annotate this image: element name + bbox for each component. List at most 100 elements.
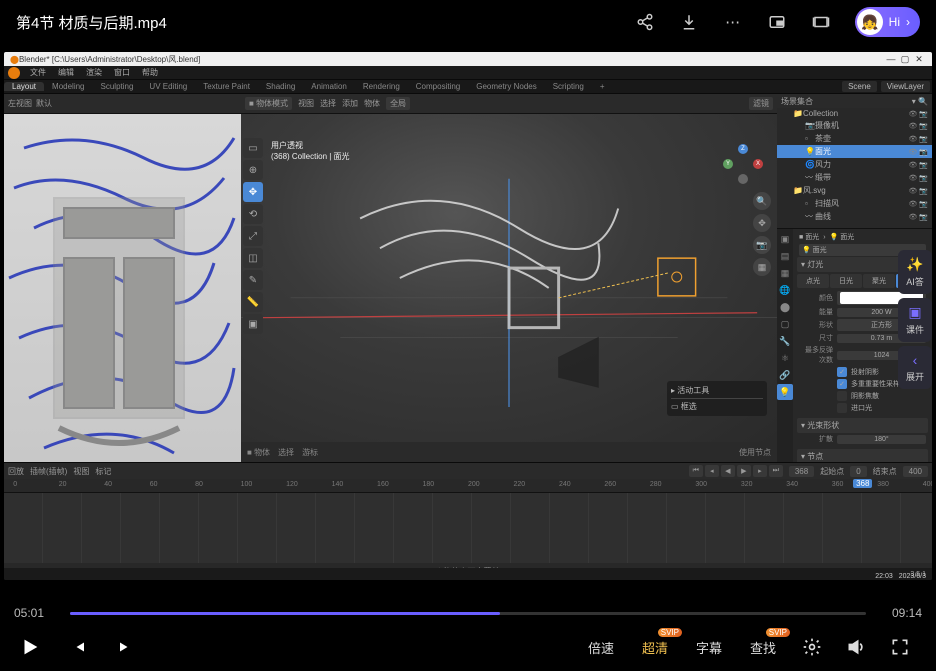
beam-panel-header[interactable]: ▾ 光束形状 (797, 418, 928, 433)
tool-transform[interactable]: ◫ (243, 248, 263, 268)
portal-check[interactable] (837, 403, 847, 413)
cast-shadow-check[interactable]: ✓ (837, 367, 847, 377)
tab-scripting[interactable]: Scripting (545, 82, 592, 91)
tab-animation[interactable]: Animation (303, 82, 355, 91)
timeline-ruler[interactable]: 368 020406080100120140160180200220240260… (4, 479, 932, 493)
prop-tab-render[interactable]: ▣ (777, 231, 793, 247)
user-avatar-badge[interactable]: 👧 Hi › (855, 7, 920, 37)
tab-add[interactable]: + (592, 82, 613, 91)
prop-tab-data[interactable]: 💡 (777, 384, 793, 400)
pip-icon[interactable] (763, 8, 791, 36)
outliner-item[interactable]: 📁Collection👁 📷 (777, 108, 932, 119)
tool-annotate[interactable]: ✎ (243, 270, 263, 290)
outliner-item[interactable]: 💡面光👁 📷 (777, 145, 932, 158)
outliner-item[interactable]: 〰缎带👁 📷 (777, 171, 932, 184)
menu-select[interactable]: 选择 (320, 98, 336, 109)
outliner-item[interactable]: ▫扫描风👁 📷 (777, 197, 932, 210)
outliner-item[interactable]: ▫茶壶👁 📷 (777, 132, 932, 145)
camera-icon[interactable]: 📷 (753, 236, 771, 254)
prop-tab-view[interactable]: ▦ (777, 265, 793, 281)
zoom-icon[interactable]: 🔍 (753, 192, 771, 210)
courseware-button[interactable]: ▣ 课件 (898, 298, 932, 342)
prop-tab-output[interactable]: ▤ (777, 248, 793, 264)
settings-icon[interactable] (798, 633, 826, 661)
tab-modeling[interactable]: Modeling (44, 82, 92, 91)
tl-view[interactable]: 视图 (73, 466, 89, 477)
menu-view[interactable]: 视图 (298, 98, 314, 109)
menu-object[interactable]: 物体 (364, 98, 380, 109)
timeline-body[interactable] (4, 493, 932, 563)
jump-end-icon[interactable]: ⏭ (769, 465, 783, 477)
use-nodes-btn[interactable]: 使用节点 (739, 447, 771, 458)
ortho-icon[interactable]: ▦ (753, 258, 771, 276)
menu-help[interactable]: 帮助 (136, 67, 164, 78)
expand-button[interactable]: ‹ 展开 (898, 346, 932, 389)
footer-object[interactable]: ■ 物体 (247, 447, 270, 458)
playhead[interactable]: 368 (853, 479, 872, 488)
light-type-point[interactable]: 点光 (797, 274, 829, 288)
tool-select[interactable]: ▭ (243, 138, 263, 158)
current-frame[interactable]: 368 (789, 466, 814, 477)
subtitle-button[interactable]: 字幕 (696, 638, 722, 657)
outliner-item[interactable]: 📁风.svg👁 📷 (777, 184, 932, 197)
pan-icon[interactable]: ✥ (753, 214, 771, 232)
next-key-icon[interactable]: ▸ (753, 465, 767, 477)
menu-add[interactable]: 添加 (342, 98, 358, 109)
prop-tab-scene[interactable]: 🌐 (777, 282, 793, 298)
start-frame[interactable]: 0 (850, 466, 866, 477)
tl-marker[interactable]: 标记 (95, 466, 111, 477)
tab-geonodes[interactable]: Geometry Nodes (468, 82, 544, 91)
tool-cursor[interactable]: ⊕ (243, 160, 263, 180)
light-type-sun[interactable]: 日光 (830, 274, 862, 288)
tab-texture[interactable]: Texture Paint (195, 82, 258, 91)
search-button[interactable]: 查找SVIP (750, 638, 776, 657)
outliner-item[interactable]: 〰曲线👁 📷 (777, 210, 932, 223)
filter-icon[interactable]: ▾ 🔍 (912, 97, 928, 106)
play-button[interactable] (14, 631, 46, 663)
menu-file[interactable]: 文件 (24, 67, 52, 78)
tl-playback[interactable]: 回放 (8, 466, 24, 477)
tab-rendering[interactable]: Rendering (355, 82, 408, 91)
outliner-item[interactable]: 🌀风力👁 📷 (777, 158, 932, 171)
tool-scale[interactable]: ⤢ (243, 226, 263, 246)
prev-button[interactable] (62, 631, 94, 663)
tab-shading[interactable]: Shading (258, 82, 303, 91)
filter-dropdown[interactable]: 滤镜 (749, 97, 773, 110)
quality-button[interactable]: 超清SVIP (642, 638, 668, 657)
nav-gizmo[interactable]: Z X Y (723, 144, 763, 184)
play-rev-icon[interactable]: ◀ (721, 465, 735, 477)
next-button[interactable] (110, 631, 142, 663)
menu-window[interactable]: 窗口 (108, 67, 136, 78)
breadcrumb-obj[interactable]: ■ 面光 (799, 232, 819, 242)
prop-tab-modifier[interactable]: 🔧 (777, 333, 793, 349)
tab-compositing[interactable]: Compositing (408, 82, 468, 91)
caustics-check[interactable] (837, 391, 847, 401)
ai-answer-button[interactable]: ✨ AI答 (898, 250, 932, 294)
tl-keying[interactable]: 插帧(插帧) (30, 466, 67, 477)
outliner-item[interactable]: 📷摄像机👁 📷 (777, 119, 932, 132)
mis-check[interactable]: ✓ (837, 379, 847, 389)
tool-addcube[interactable]: ▣ (243, 314, 263, 334)
jump-start-icon[interactable]: ⏮ (689, 465, 703, 477)
orientation-dropdown[interactable]: 全局 (386, 97, 410, 110)
prop-tab-constraint[interactable]: 🔗 (777, 367, 793, 383)
breadcrumb-data[interactable]: 💡 面光 (830, 232, 855, 242)
minimize-icon[interactable]: — (884, 54, 898, 64)
left-viewport[interactable]: 左视图 默认 (4, 94, 241, 462)
maximize-icon[interactable]: ▢ (898, 54, 912, 65)
fullscreen-icon[interactable] (886, 633, 914, 661)
mode-dropdown[interactable]: ■ 物体模式 (245, 97, 292, 110)
play-icon[interactable]: ▶ (737, 465, 751, 477)
left-overlay-label[interactable]: 默认 (36, 98, 52, 109)
viewport-3d[interactable]: ▭ ⊕ ✥ ⟲ ⤢ ◫ ✎ 📏 ▣ Z X Y 🔍 (241, 114, 777, 442)
more-icon[interactable]: ⋯ (719, 8, 747, 36)
menu-render[interactable]: 渲染 (80, 67, 108, 78)
footer-cursor[interactable]: 游标 (302, 447, 318, 458)
download-icon[interactable] (675, 8, 703, 36)
theater-icon[interactable] (807, 8, 835, 36)
tool-move[interactable]: ✥ (243, 182, 263, 202)
close-icon[interactable]: ✕ (912, 54, 926, 65)
tab-uv[interactable]: UV Editing (141, 82, 195, 91)
viewlayer-selector[interactable]: ViewLayer (881, 81, 930, 92)
left-mode-label[interactable]: 左视图 (8, 98, 32, 109)
